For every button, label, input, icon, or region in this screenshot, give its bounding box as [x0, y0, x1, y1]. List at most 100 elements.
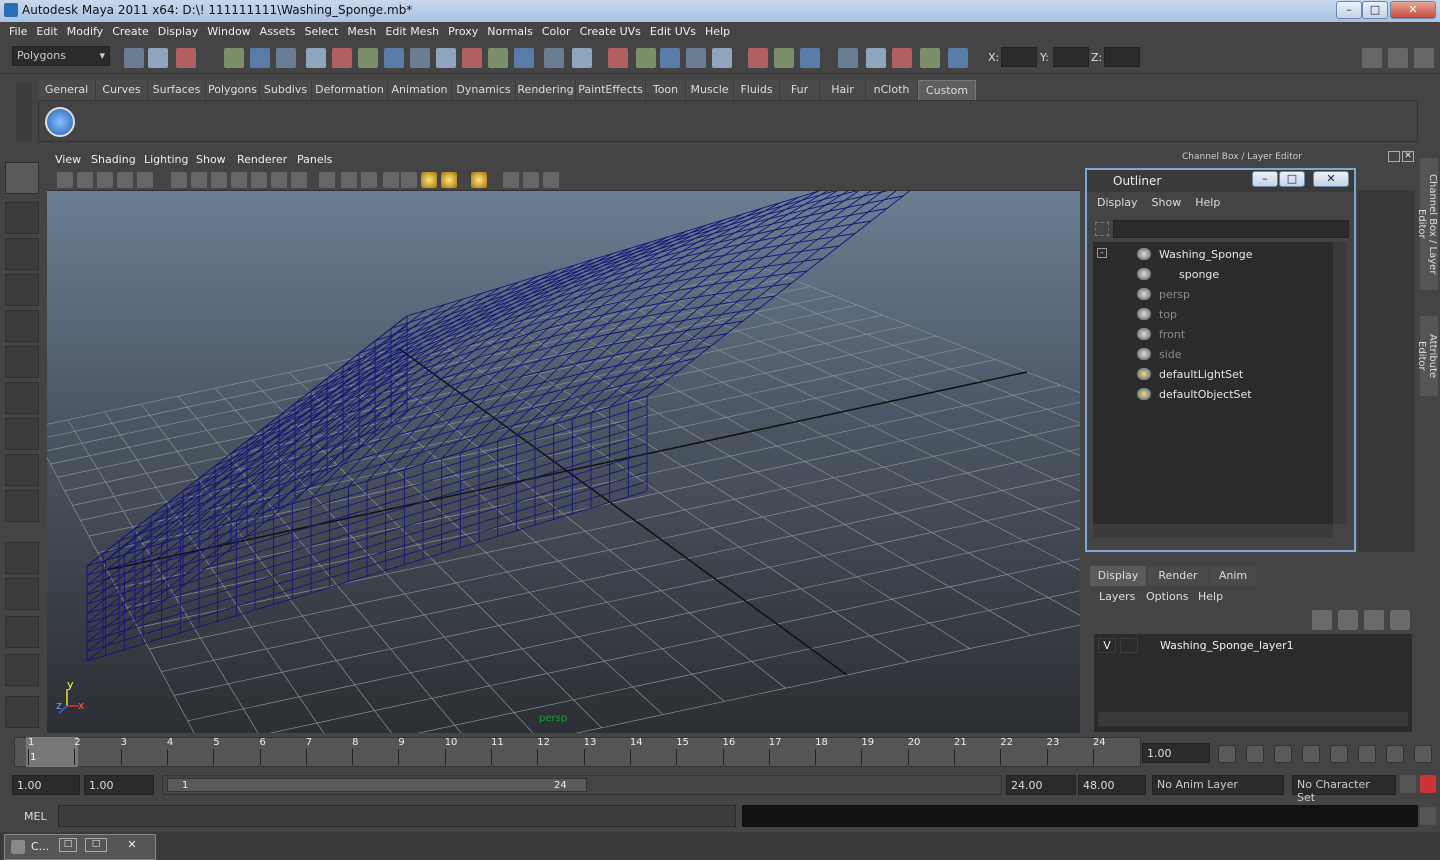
status-tool-28-icon[interactable] [920, 48, 940, 68]
layer-name[interactable]: Washing_Sponge_layer1 [1160, 639, 1294, 652]
viewport-tool-1-icon[interactable] [77, 172, 93, 188]
viewport-menu-renderer[interactable]: Renderer [237, 153, 287, 166]
status-tool-26-icon[interactable] [866, 48, 886, 68]
shelf-scroll[interactable] [1418, 80, 1432, 140]
layer-tab-anim[interactable]: Anim [1210, 566, 1256, 586]
ipr-render-icon[interactable] [488, 48, 508, 68]
rotate-tool-icon[interactable] [5, 310, 39, 342]
viewport-tool-11-icon[interactable] [291, 172, 307, 188]
close-button[interactable]: ✕ [1390, 1, 1436, 19]
time-slider[interactable]: 1 1 2 3 4 5 6 7 8 9 10 11 12 13 14 15 16 17 18 19 20 21 22 23 2… [14, 737, 1141, 767]
shelf-tab-general[interactable]: General [38, 80, 96, 100]
x-input[interactable] [1001, 47, 1037, 67]
shelf-tab-ncloth[interactable]: nCloth [866, 80, 918, 100]
last-tool-icon[interactable] [5, 490, 39, 522]
manipulator-tool-icon[interactable] [5, 382, 39, 414]
script-editor-icon[interactable] [1420, 807, 1436, 825]
command-language-label[interactable]: MEL [24, 810, 47, 823]
menu-help[interactable]: Help [705, 22, 730, 38]
menu-create-uvs[interactable]: Create UVs [580, 22, 641, 38]
layer-menu-help[interactable]: Help [1198, 590, 1223, 603]
construction-history-icon[interactable] [608, 48, 628, 68]
playback-start-field[interactable]: 1.00 [84, 775, 154, 795]
menu-create[interactable]: Create [112, 22, 149, 38]
end-time-field[interactable]: 48.00 [1078, 775, 1146, 795]
menu-proxy[interactable]: Proxy [448, 22, 478, 38]
filter-icon[interactable] [1095, 222, 1109, 236]
outliner-item[interactable]: Washing_Sponge - [1093, 244, 1333, 264]
select-by-object-icon[interactable] [250, 48, 270, 68]
viewport-tool-5-icon[interactable] [171, 172, 187, 188]
outliner-menu-show[interactable]: Show [1152, 196, 1182, 209]
close-panel-icon[interactable]: ✕ [1402, 151, 1414, 162]
minimize-button[interactable]: – [1336, 1, 1362, 19]
menu-set-dropdown[interactable]: Polygons ▾ [12, 46, 110, 66]
render-view-icon[interactable] [636, 48, 656, 68]
outliner-close-button[interactable]: ✕ [1313, 171, 1349, 187]
four-view-layout-icon[interactable] [5, 578, 39, 610]
shelf-tab-fur[interactable]: Fur [780, 80, 820, 100]
menu-select[interactable]: Select [304, 22, 338, 38]
go-to-end-icon[interactable] [1414, 745, 1432, 763]
persp-graph-layout-icon[interactable] [5, 654, 39, 686]
ipr-icon[interactable] [712, 48, 732, 68]
select-by-hierarchy-icon[interactable] [224, 48, 244, 68]
new-empty-layer-icon[interactable] [1364, 610, 1384, 630]
shelf-tab-muscle[interactable]: Muscle [686, 80, 734, 100]
current-time-field[interactable]: 1.00 [1142, 743, 1210, 763]
viewport-tool-6-icon[interactable] [191, 172, 207, 188]
tool-settings-toggle-icon[interactable] [1388, 48, 1408, 68]
viewport-tool-13-icon[interactable] [341, 172, 357, 188]
viewport-tool-17-icon[interactable] [421, 172, 437, 188]
playback-end-field[interactable]: 24.00 [1006, 775, 1076, 795]
snap-to-grid-icon[interactable] [306, 48, 326, 68]
render-settings-b-icon[interactable] [686, 48, 706, 68]
select-tool-icon[interactable] [5, 162, 39, 194]
outliner-menu-display[interactable]: Display [1097, 196, 1138, 209]
viewport-tool-14-icon[interactable] [361, 172, 377, 188]
viewport-tool-21-icon[interactable] [523, 172, 539, 188]
outliner-item[interactable]: top [1093, 304, 1333, 324]
menu-edit-mesh[interactable]: Edit Mesh [385, 22, 439, 38]
checkmark-shelf-icon[interactable] [45, 107, 75, 137]
channel-box-toggle-icon[interactable] [1362, 48, 1382, 68]
menu-mesh[interactable]: Mesh [347, 22, 376, 38]
shelf-tab-fluids[interactable]: Fluids [734, 80, 780, 100]
shelf-options-handle[interactable] [16, 82, 32, 142]
viewport-tool-15-icon[interactable] [383, 172, 399, 188]
make-live-icon[interactable] [410, 48, 430, 68]
outliner-vertical-scrollbar[interactable] [1333, 242, 1347, 524]
viewport-tool-18-icon[interactable] [441, 172, 457, 188]
outliner-item[interactable]: front [1093, 324, 1333, 344]
hypershade-icon[interactable] [660, 48, 680, 68]
range-slider[interactable]: 1 24 [162, 775, 1002, 795]
shelf-tab-hair[interactable]: Hair [820, 80, 866, 100]
move-tool-icon[interactable] [5, 274, 39, 306]
start-time-field[interactable]: 1.00 [12, 775, 80, 795]
layer-visibility-toggle[interactable]: V [1098, 638, 1116, 653]
render-frame-icon[interactable] [462, 48, 482, 68]
new-scene-icon[interactable] [124, 48, 144, 68]
shelf-tab-painteffects[interactable]: PaintEffects [576, 80, 646, 100]
step-back-frame-icon[interactable] [1274, 745, 1292, 763]
viewport-menu-shading[interactable]: Shading [91, 153, 136, 166]
auto-key-icon[interactable] [1420, 775, 1436, 793]
shelf-tab-subdivs[interactable]: Subdivs [260, 80, 312, 100]
maximize-button[interactable]: □ [1362, 1, 1388, 19]
menu-window[interactable]: Window [207, 22, 250, 38]
outliner-item[interactable]: side [1093, 344, 1333, 364]
menu-assets[interactable]: Assets [260, 22, 296, 38]
status-tool-25-icon[interactable] [838, 48, 858, 68]
character-set-dropdown[interactable]: No Character Set [1292, 775, 1396, 804]
outliner-filter-field[interactable] [1113, 220, 1349, 238]
lasso-tool-icon[interactable] [5, 202, 39, 234]
move-layer-up-icon[interactable] [1312, 610, 1332, 630]
outliner-menu-help[interactable]: Help [1195, 196, 1220, 209]
viewport-tool-22-icon[interactable] [543, 172, 559, 188]
status-tool-23-icon[interactable] [774, 48, 794, 68]
layer-tab-display[interactable]: Display [1090, 566, 1146, 586]
shelf-tab-surfaces[interactable]: Surfaces [148, 80, 206, 100]
snap-to-point-icon[interactable] [358, 48, 378, 68]
viewport-tool-7-icon[interactable] [211, 172, 227, 188]
anim-layer-dropdown[interactable]: No Anim Layer [1152, 775, 1284, 795]
